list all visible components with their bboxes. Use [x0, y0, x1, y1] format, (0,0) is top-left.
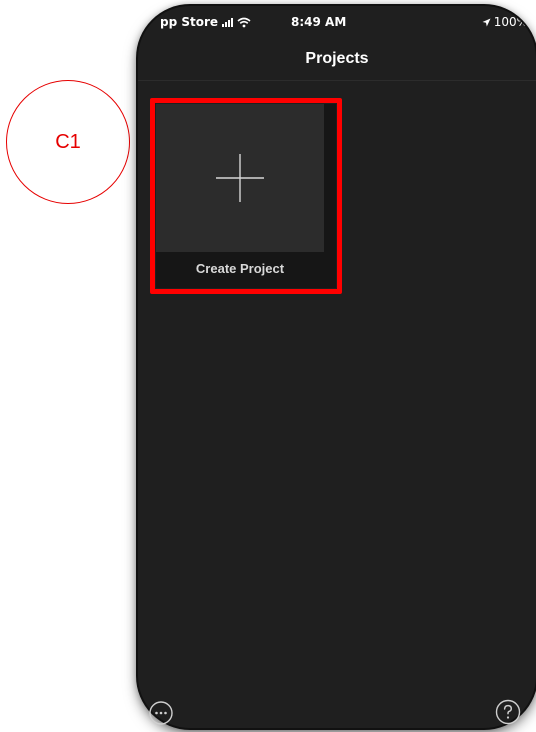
create-project-thumbnail [156, 104, 324, 252]
status-bar: pp Store 8:49 AM 100% [138, 6, 536, 34]
callout-label: C1 [55, 130, 81, 153]
nav-bar: Projects [138, 36, 536, 81]
battery-percent: 100% [493, 15, 528, 29]
page-title: Projects [305, 50, 369, 67]
create-project-label: Create Project [195, 261, 285, 276]
status-left: pp Store [160, 15, 251, 29]
question-circle-icon[interactable] [494, 698, 522, 726]
carrier-label: pp Store [160, 15, 219, 29]
create-project-button[interactable]: Create Project [156, 104, 336, 288]
location-arrow-icon [482, 18, 491, 26]
callout-circle: C1 [6, 80, 130, 204]
wifi-icon [237, 17, 251, 27]
signal-icon [222, 17, 234, 27]
plus-icon [216, 154, 264, 202]
ellipsis-circle-icon[interactable] [148, 700, 174, 726]
status-right: 100% [482, 15, 528, 29]
status-time: 8:49 AM [291, 15, 347, 29]
